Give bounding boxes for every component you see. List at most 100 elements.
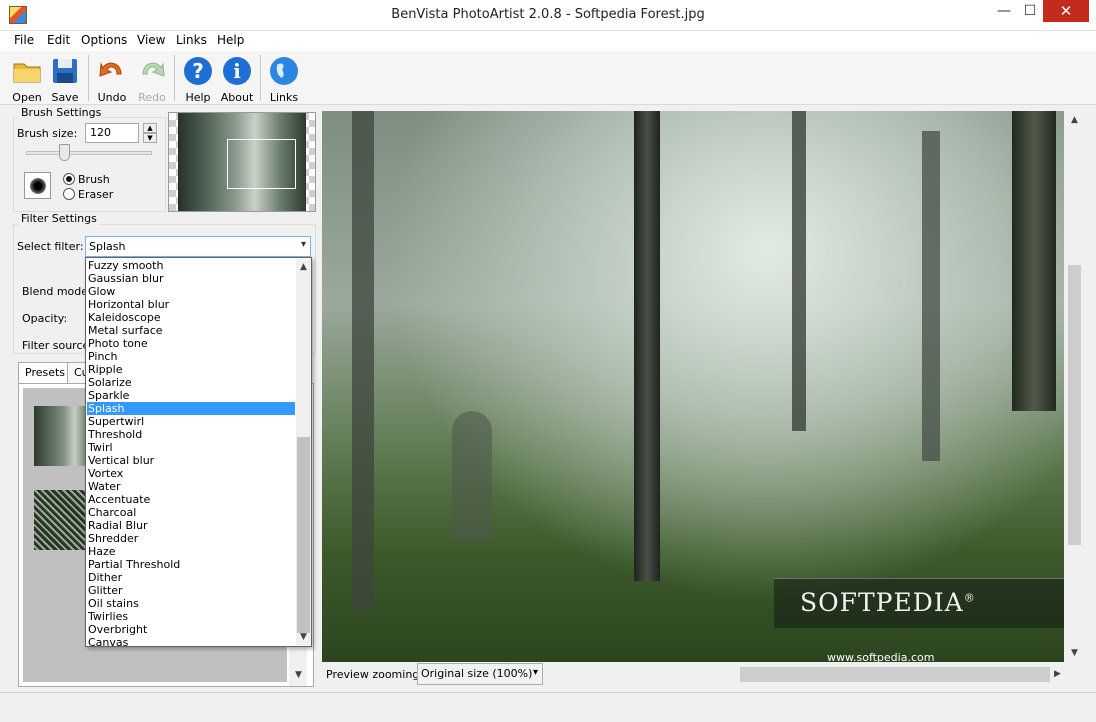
eraser-radio[interactable] — [63, 188, 75, 200]
preview-zoom-value: Original size (100%) — [421, 667, 533, 680]
filter-option[interactable]: Overbright — [87, 623, 295, 636]
filter-dropdown-scrollbar[interactable]: ▲ ▼ — [296, 259, 311, 645]
brush-size-down-button[interactable]: ▼ — [143, 133, 157, 143]
eraser-radio-label[interactable]: Eraser — [78, 188, 113, 201]
links-label: Links — [269, 91, 299, 104]
filter-option[interactable]: Radial Blur — [87, 519, 295, 532]
filter-option[interactable]: Kaleidoscope — [87, 311, 295, 324]
filter-option[interactable]: Twirlies — [87, 610, 295, 623]
close-button[interactable]: ✕ — [1043, 0, 1089, 22]
toolbar-separator — [174, 55, 175, 101]
filter-option[interactable]: Haze — [87, 545, 295, 558]
filter-option[interactable]: Pinch — [87, 350, 295, 363]
menu-links[interactable]: Links — [176, 33, 207, 47]
filter-option[interactable]: Water — [87, 480, 295, 493]
filter-settings-title: Filter Settings — [19, 212, 99, 225]
brush-size-up-button[interactable]: ▲ — [143, 123, 157, 133]
scrollbar-thumb[interactable] — [740, 667, 1050, 682]
about-button[interactable]: i About — [215, 55, 259, 104]
links-button[interactable]: Links — [262, 55, 306, 104]
navigator-viewport-rect[interactable] — [227, 139, 296, 189]
filter-option[interactable]: Ripple — [87, 363, 295, 376]
chevron-down-icon[interactable]: ▼ — [291, 668, 306, 682]
about-label: About — [220, 91, 254, 104]
tree-stump — [452, 411, 492, 541]
filter-option-selected[interactable]: Splash — [87, 402, 295, 415]
filter-option[interactable]: Gaussian blur — [87, 272, 295, 285]
filter-option[interactable]: Twirl — [87, 441, 295, 454]
menu-edit[interactable]: Edit — [47, 33, 70, 47]
tree-trunk — [634, 111, 660, 581]
preview-zoom-label: Preview zooming: — [326, 668, 423, 681]
filter-dropdown-list[interactable]: Fuzzy smooth Gaussian blur Glow Horizont… — [85, 257, 312, 649]
chevron-down-icon[interactable]: ▼ — [1067, 646, 1082, 660]
redo-button[interactable]: Redo — [130, 55, 174, 104]
filter-option[interactable]: Solarize — [87, 376, 295, 389]
menu-options[interactable]: Options — [81, 33, 127, 47]
chevron-down-icon[interactable]: ▼ — [296, 630, 311, 644]
menu-view[interactable]: View — [137, 33, 165, 47]
redo-arrow-icon — [142, 62, 165, 77]
filter-option[interactable]: Photo tone — [87, 337, 295, 350]
brush-size-slider[interactable] — [26, 151, 152, 155]
maximize-button[interactable]: ☐ — [1014, 0, 1046, 22]
filter-option[interactable]: Accentuate — [87, 493, 295, 506]
filter-option[interactable]: Threshold — [87, 428, 295, 441]
softpedia-logo: SOFTPEDIA® — [800, 588, 976, 617]
brush-radio[interactable] — [63, 173, 75, 185]
toolbar-separator — [260, 55, 261, 101]
filter-option[interactable]: Shredder — [87, 532, 295, 545]
filter-option[interactable]: Oil stains — [87, 597, 295, 610]
chevron-down-icon: ▾ — [300, 239, 306, 250]
tree-trunk — [1012, 111, 1056, 411]
filter-option[interactable]: Glow — [87, 285, 295, 298]
preset-thumbnail[interactable] — [34, 406, 92, 466]
vertical-scrollbar[interactable]: ▲ ▼ — [1066, 111, 1083, 662]
filter-option[interactable]: Vertical blur — [87, 454, 295, 467]
filter-option[interactable]: Dither — [87, 571, 295, 584]
image-preview-canvas[interactable]: SOFTPEDIA® www.softpedia.com — [322, 111, 1064, 662]
chevron-up-icon[interactable]: ▲ — [1067, 113, 1082, 127]
filter-option[interactable]: Supertwirl — [87, 415, 295, 428]
filter-source-label: Filter source: — [22, 339, 93, 352]
undo-button[interactable]: Undo — [90, 55, 134, 104]
filter-option[interactable]: Partial Threshold — [87, 558, 295, 571]
tree-trunk — [922, 131, 940, 461]
tree-trunk — [352, 111, 374, 611]
chevron-up-icon[interactable]: ▲ — [296, 260, 311, 274]
brush-radio-label[interactable]: Brush — [78, 173, 110, 186]
filter-option[interactable]: Metal surface — [87, 324, 295, 337]
filter-option[interactable]: Fuzzy smooth — [87, 259, 295, 272]
globe-icon — [270, 57, 298, 85]
chevron-down-icon: ▾ — [532, 667, 538, 678]
help-label: Help — [185, 91, 211, 104]
preset-thumbnail[interactable] — [34, 490, 92, 550]
menu-file[interactable]: File — [14, 33, 34, 47]
filter-option[interactable]: Vortex — [87, 467, 295, 480]
filter-option[interactable]: Charcoal — [87, 506, 295, 519]
menu-help[interactable]: Help — [217, 33, 244, 47]
brush-size-slider-thumb[interactable] — [59, 144, 70, 161]
filter-option[interactable]: Canvas — [87, 636, 295, 649]
brush-size-input[interactable]: 120 — [85, 123, 139, 143]
scrollbar-thumb[interactable] — [1068, 265, 1081, 545]
help-button[interactable]: ? Help — [176, 55, 220, 104]
save-button[interactable]: Save — [43, 55, 87, 104]
chevron-right-icon[interactable]: ▶ — [1050, 667, 1065, 681]
menu-bar: File Edit Options View Links Help — [0, 31, 1096, 51]
scrollbar-thumb[interactable] — [297, 437, 310, 633]
filter-option[interactable]: Sparkle — [87, 389, 295, 402]
filter-option[interactable]: Glitter — [87, 584, 295, 597]
filter-option[interactable]: Horizontal blur — [87, 298, 295, 311]
opacity-label: Opacity: — [22, 312, 68, 325]
undo-label: Undo — [97, 91, 127, 104]
tree-trunk — [792, 111, 806, 431]
tab-presets[interactable]: Presets — [18, 362, 73, 384]
floppy-disk-icon — [53, 59, 77, 83]
title-bar: BenVista PhotoArtist 2.0.8 - Softpedia F… — [0, 0, 1096, 31]
window-title: BenVista PhotoArtist 2.0.8 - Softpedia F… — [391, 7, 705, 22]
select-filter-dropdown[interactable]: Splash ▾ — [85, 236, 311, 257]
horizontal-scrollbar[interactable]: ▶ — [740, 666, 1066, 683]
navigator-thumbnail[interactable] — [168, 112, 316, 212]
preview-zoom-select[interactable]: Original size (100%) ▾ — [417, 663, 543, 685]
